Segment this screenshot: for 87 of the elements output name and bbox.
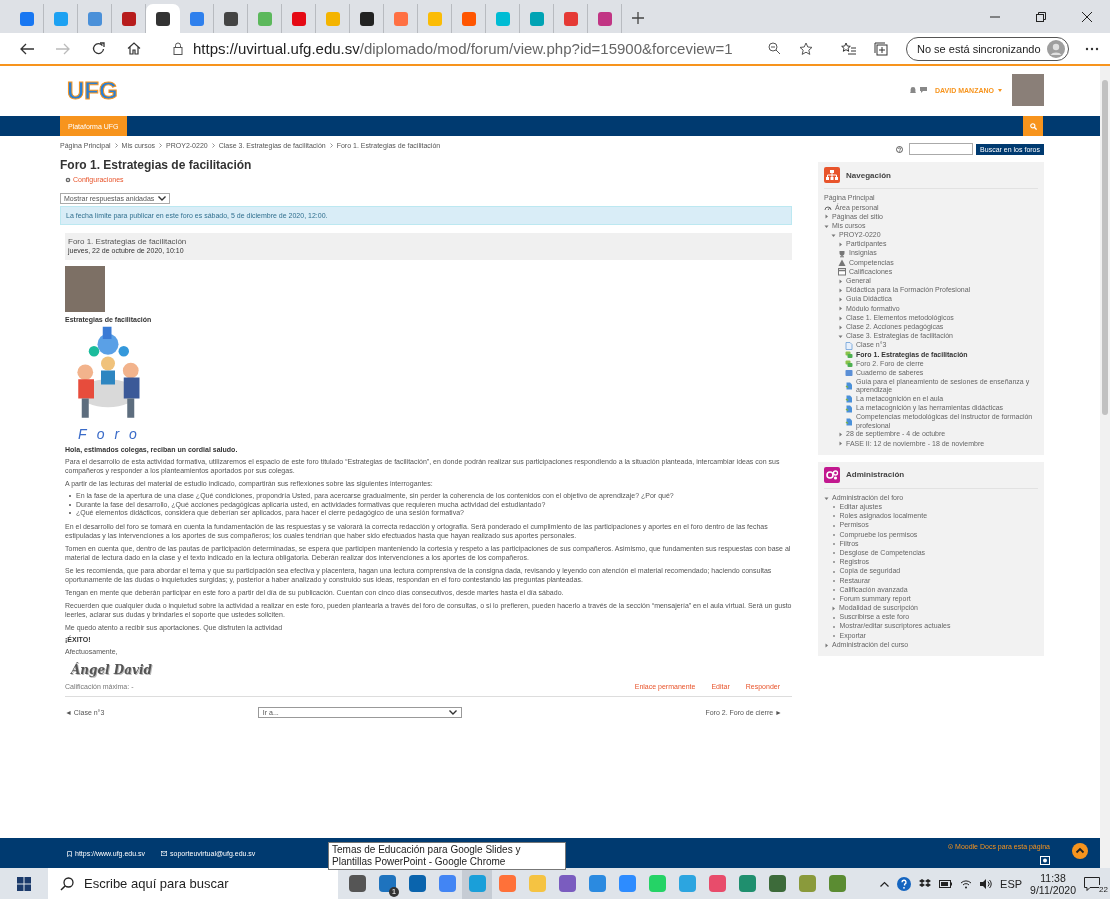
- site-logo[interactable]: UFG: [67, 77, 118, 105]
- back-to-top-icon[interactable]: [1072, 843, 1088, 859]
- caret-icon[interactable]: [838, 432, 843, 438]
- caret-icon[interactable]: [824, 223, 829, 229]
- caret-icon[interactable]: [838, 297, 843, 303]
- page-icon: [845, 341, 853, 350]
- badge-icon: [838, 249, 846, 258]
- caret-icon[interactable]: [838, 441, 843, 447]
- dashboard-icon: [824, 203, 832, 212]
- more-icon[interactable]: [1084, 46, 1099, 51]
- caret-icon[interactable]: [824, 495, 829, 501]
- help-icon[interactable]: [896, 145, 904, 153]
- notification-icon[interactable]: [910, 86, 916, 94]
- url-path: /diplomado/mod/forum/view.php?id=15900&forceview=1: [359, 40, 733, 57]
- info-icon: [948, 844, 954, 849]
- zoom-out-icon[interactable]: [768, 42, 781, 55]
- caret-icon[interactable]: [838, 306, 843, 312]
- chevron-down-icon: [158, 196, 166, 201]
- caret-icon[interactable]: [838, 324, 843, 330]
- resource-icon: [845, 382, 853, 391]
- star-icon[interactable]: [799, 42, 813, 55]
- refresh-icon[interactable]: [92, 42, 105, 55]
- chevron-icon: [159, 143, 163, 148]
- collections-icon[interactable]: [874, 41, 888, 56]
- back-icon[interactable]: [20, 42, 34, 55]
- illustration-caption: Foro: [77, 426, 147, 442]
- dropbox-icon[interactable]: [919, 878, 932, 889]
- bookmark-icon: [67, 850, 72, 857]
- clock[interactable]: 11:38 9/11/2020: [1030, 871, 1076, 896]
- block-title: Administración: [846, 470, 905, 479]
- lock-icon: [173, 42, 183, 55]
- forward-icon[interactable]: [56, 42, 70, 55]
- volume-icon[interactable]: [980, 878, 993, 889]
- count-badge: 1: [389, 887, 399, 897]
- help-icon[interactable]: [897, 876, 912, 891]
- language-indicator[interactable]: ESP: [1000, 877, 1023, 890]
- resource-icon: [845, 417, 853, 426]
- windows-icon[interactable]: [17, 876, 31, 891]
- wifi-icon[interactable]: [960, 878, 973, 889]
- grades-icon: [838, 268, 846, 277]
- search-icon: [60, 876, 74, 891]
- chevron-icon: [211, 143, 215, 148]
- tooltip: Temas de Educación para Google Slides y Plantillas PowerPoint - Google Chrome: [328, 842, 566, 870]
- taskbar-search-field[interactable]: Escribe aquí para buscar: [48, 868, 338, 899]
- caret-icon[interactable]: [831, 605, 836, 611]
- avatar-icon: [1046, 39, 1065, 58]
- scrollbar-thumb[interactable]: [1102, 80, 1108, 415]
- speech-bubble-icon: [1084, 876, 1100, 891]
- post-subject: Foro 1. Estrategias de facilitación: [68, 237, 188, 246]
- page-title: Foro 1. Estrategias de facilitación: [60, 158, 253, 172]
- chevron-up-icon[interactable]: [880, 880, 890, 887]
- restore-icon[interactable]: [1036, 11, 1046, 22]
- caret-icon[interactable]: [838, 242, 843, 248]
- favorites-icon[interactable]: [841, 42, 856, 55]
- cogs-icon: [824, 466, 840, 483]
- caret-icon[interactable]: [824, 214, 829, 220]
- home-icon[interactable]: [127, 42, 141, 55]
- glossary-icon: [845, 369, 853, 378]
- caret-icon[interactable]: [824, 642, 829, 648]
- url-host: https://uvirtual.ufg.edu.sv: [193, 40, 360, 57]
- caret-icon[interactable]: [838, 287, 843, 293]
- caret-icon[interactable]: [838, 315, 843, 321]
- competency-icon: [838, 258, 846, 267]
- caret-icon[interactable]: [831, 232, 836, 238]
- search-button[interactable]: [1023, 116, 1043, 136]
- caret-icon[interactable]: [998, 88, 1002, 92]
- scrollbar[interactable]: [1100, 66, 1110, 868]
- author-photo: [65, 266, 105, 312]
- new-tab-icon[interactable]: [632, 12, 644, 24]
- signature-text: Ángel David: [71, 662, 152, 677]
- chevron-icon: [114, 143, 118, 148]
- search-icon: [1029, 122, 1037, 130]
- search-field[interactable]: [909, 143, 974, 155]
- camera-icon[interactable]: [1040, 856, 1050, 865]
- taskbar-app-button[interactable]: 1: [372, 868, 402, 899]
- block-title: Navegación: [846, 170, 891, 180]
- message-icon[interactable]: [920, 87, 927, 93]
- chevron-icon: [329, 143, 333, 148]
- caret-icon[interactable]: [838, 333, 843, 339]
- caret-icon[interactable]: [838, 278, 843, 284]
- taskbar-app-button[interactable]: [462, 868, 492, 899]
- close-icon[interactable]: [1082, 11, 1092, 22]
- sitemap-icon: [824, 167, 840, 183]
- envelope-icon: [161, 851, 168, 856]
- chevron-down-icon: [448, 709, 457, 715]
- browser-tab[interactable]: [146, 4, 180, 33]
- battery-icon[interactable]: [939, 879, 953, 888]
